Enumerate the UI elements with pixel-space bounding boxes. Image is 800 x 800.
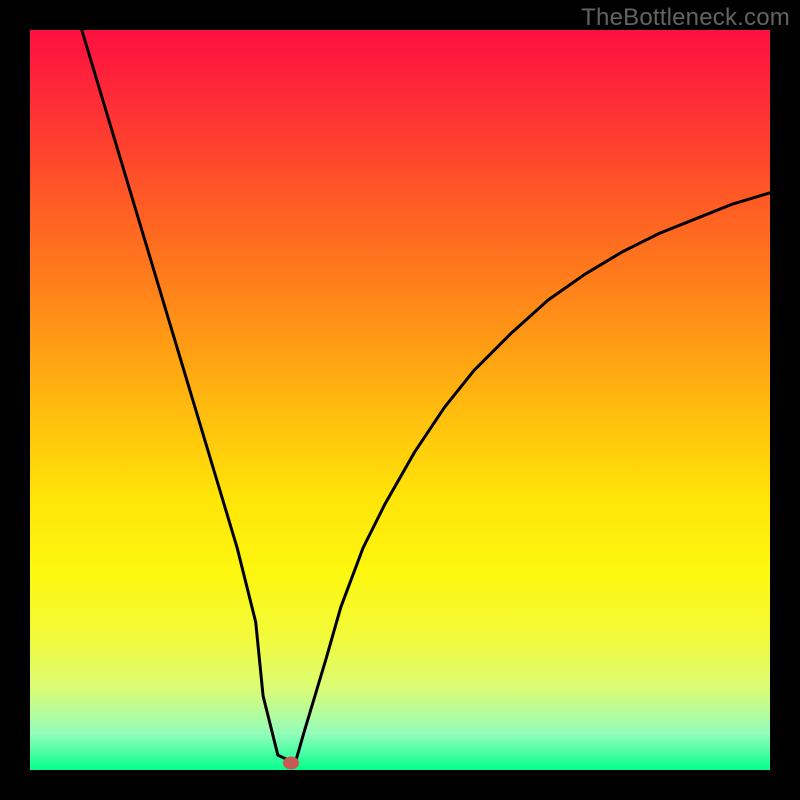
curve-layer [30, 30, 770, 770]
plot-area [30, 30, 770, 770]
watermark-text: TheBottleneck.com [581, 4, 790, 32]
bottleneck-curve [82, 30, 770, 760]
minimum-marker [283, 756, 299, 769]
chart-frame: TheBottleneck.com [0, 0, 800, 800]
